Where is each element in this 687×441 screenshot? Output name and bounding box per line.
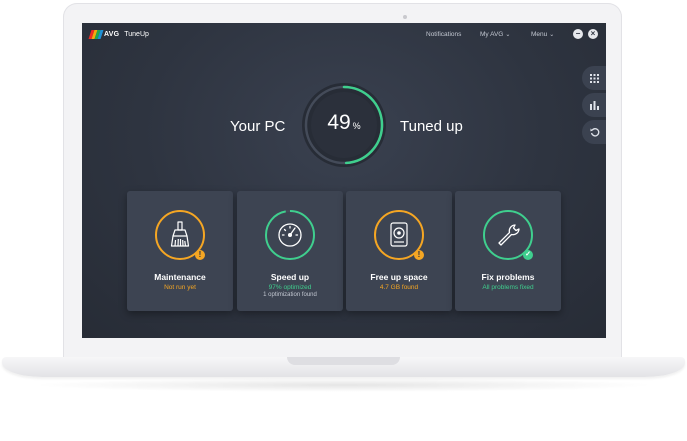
my-avg-label: My AVG [480, 31, 504, 38]
avg-logo: AVG TuneUp [88, 30, 149, 39]
broom-icon [170, 221, 190, 247]
title-bar: AVG TuneUp Notifications My AVG ⌄ Menu ⌄ −… [82, 23, 606, 47]
grid-icon [590, 73, 599, 83]
hard-drive-icon [390, 222, 408, 247]
percent-value: 49 [327, 111, 351, 134]
card-subtitle: All problems fixed [482, 284, 534, 291]
close-button[interactable]: × [588, 29, 598, 39]
side-button-stats[interactable] [582, 93, 606, 117]
card-fix-problems[interactable]: ✓ Fix problems All problems fixed [455, 191, 561, 311]
side-button-undo[interactable] [582, 120, 606, 144]
warning-badge-icon: ! [195, 250, 205, 260]
percent-symbol: % [352, 121, 361, 131]
minimize-button[interactable]: − [573, 29, 583, 39]
card-subtitle: 4.7 GB found [379, 284, 419, 291]
app-window: AVG TuneUp Notifications My AVG ⌄ Menu ⌄ −… [82, 23, 606, 338]
product-name: TuneUp [124, 31, 149, 38]
wrench-icon [498, 224, 520, 246]
my-avg-menu[interactable]: My AVG ⌄ [480, 31, 510, 38]
check-badge-icon: ✓ [523, 250, 533, 260]
card-detail: 1 optimization found [263, 292, 317, 298]
main-menu[interactable]: Menu ⌄ [531, 31, 554, 38]
card-subtitle: Not run yet [164, 284, 196, 291]
laptop-notch [287, 357, 400, 365]
card-speed-up[interactable]: Speed up 97% optimized 1 optimization fo… [237, 191, 343, 311]
notifications-link[interactable]: Notifications [426, 31, 461, 38]
laptop-shadow [30, 378, 657, 392]
menu-label: Menu [531, 31, 548, 38]
card-title: Maintenance [154, 272, 206, 282]
speedometer-icon [278, 223, 302, 247]
bar-chart-icon [590, 100, 599, 110]
card-title: Fix problems [481, 272, 535, 282]
card-free-up-space[interactable]: ! Free up space 4.7 GB found [346, 191, 452, 311]
speed-up-ring [265, 210, 315, 260]
percent-display: 49% [301, 111, 387, 135]
card-subtitle: 97% optimized [268, 284, 312, 291]
undo-icon [590, 128, 600, 137]
warning-badge-icon: ! [414, 250, 424, 260]
card-maintenance[interactable]: ! Maintenance Not run yet [127, 191, 233, 311]
card-title: Speed up [270, 272, 310, 282]
chevron-down-icon: ⌄ [549, 32, 555, 38]
chevron-down-icon: ⌄ [505, 32, 511, 38]
webcam [403, 15, 407, 19]
status-label-right: Tuned up [400, 118, 463, 135]
card-title: Free up space [370, 272, 428, 282]
brand-name: AVG [104, 31, 120, 38]
side-button-grid[interactable] [582, 66, 606, 90]
status-label-left: Your PC [230, 118, 286, 135]
avg-logo-mark [88, 30, 104, 39]
